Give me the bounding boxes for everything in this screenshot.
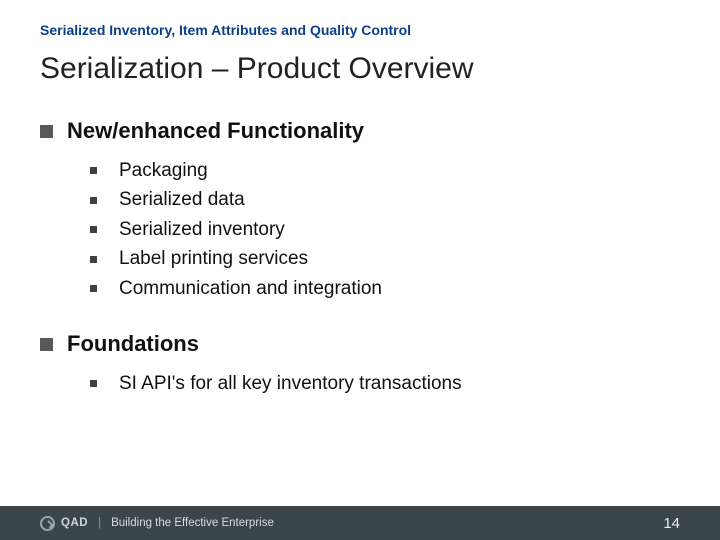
kicker-text: Serialized Inventory, Item Attributes an… xyxy=(40,22,411,38)
list-item: Label printing services xyxy=(90,244,680,273)
small-square-bullet-icon xyxy=(90,256,97,263)
item-list: SI API's for all key inventory transacti… xyxy=(90,369,680,398)
small-square-bullet-icon xyxy=(90,285,97,292)
footer-bar: QAD | Building the Effective Enterprise … xyxy=(0,506,720,540)
slide-title: Serialization – Product Overview xyxy=(40,52,474,86)
section-heading: New/enhanced Functionality xyxy=(40,118,680,144)
section-foundations: Foundations SI API's for all key invento… xyxy=(40,331,680,398)
list-item: Serialized inventory xyxy=(90,215,680,244)
list-item: SI API's for all key inventory transacti… xyxy=(90,369,680,398)
section-heading-text: Foundations xyxy=(67,331,199,357)
square-bullet-icon xyxy=(40,338,53,351)
small-square-bullet-icon xyxy=(90,226,97,233)
brand-logo: QAD xyxy=(40,516,88,531)
small-square-bullet-icon xyxy=(90,380,97,387)
list-item-text: Serialized data xyxy=(119,185,245,214)
small-square-bullet-icon xyxy=(90,197,97,204)
page-number: 14 xyxy=(663,515,680,532)
square-bullet-icon xyxy=(40,125,53,138)
small-square-bullet-icon xyxy=(90,167,97,174)
slide: Serialized Inventory, Item Attributes an… xyxy=(0,0,720,540)
list-item-text: Communication and integration xyxy=(119,274,382,303)
list-item-text: Label printing services xyxy=(119,244,308,273)
list-item-text: Serialized inventory xyxy=(119,215,285,244)
list-item: Communication and integration xyxy=(90,274,680,303)
list-item: Serialized data xyxy=(90,185,680,214)
section-new-functionality: New/enhanced Functionality Packaging Ser… xyxy=(40,118,680,303)
footer-tagline: Building the Effective Enterprise xyxy=(111,517,274,529)
brand-text: QAD xyxy=(61,517,88,529)
item-list: Packaging Serialized data Serialized inv… xyxy=(90,156,680,303)
content-area: New/enhanced Functionality Packaging Ser… xyxy=(40,118,680,427)
list-item-text: SI API's for all key inventory transacti… xyxy=(119,369,462,398)
list-item: Packaging xyxy=(90,156,680,185)
logo-mark-icon xyxy=(40,516,55,531)
section-heading: Foundations xyxy=(40,331,680,357)
divider-icon: | xyxy=(98,517,101,529)
section-heading-text: New/enhanced Functionality xyxy=(67,118,364,144)
list-item-text: Packaging xyxy=(119,156,208,185)
